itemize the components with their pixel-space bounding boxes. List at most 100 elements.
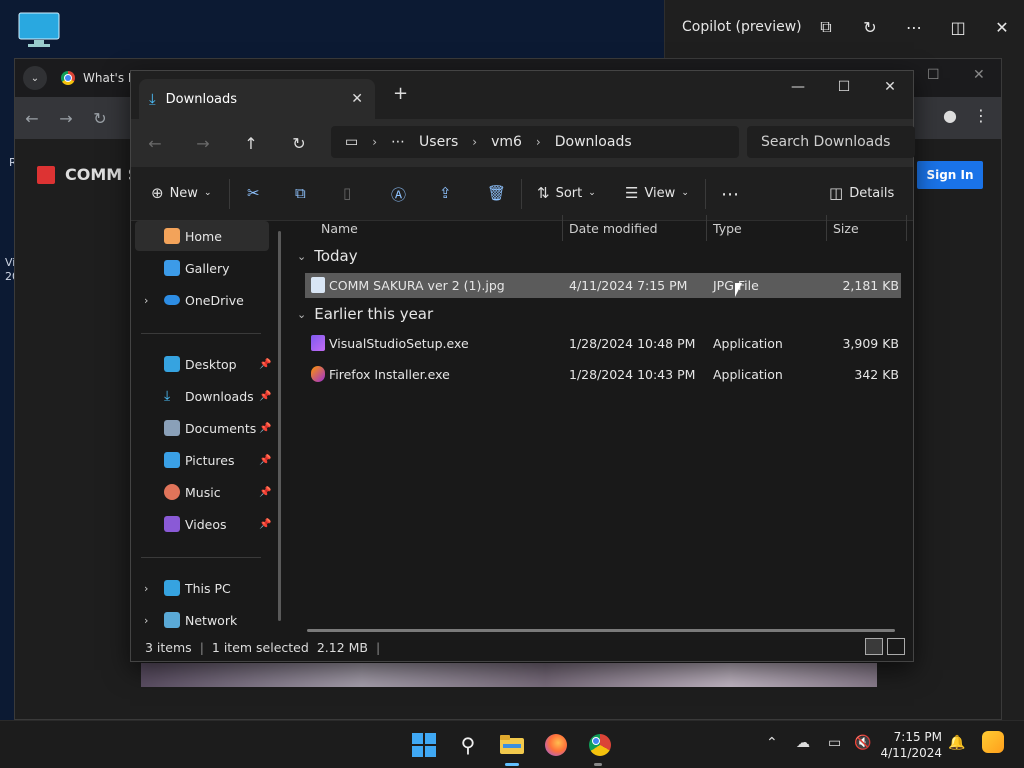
group-header-earlier[interactable]: ⌄ Earlier this year [297,305,433,323]
column-divider[interactable] [562,215,563,241]
address-bar[interactable]: ▭ › ⋯ Users › vm6 › Downloads [331,126,739,158]
breadcrumb-vm6[interactable]: vm6 [491,134,522,150]
copilot-taskbar-icon[interactable] [982,731,1004,753]
chevron-up-icon[interactable]: ⌃ [766,735,778,751]
file-explorer-taskbar-icon[interactable] [500,733,524,757]
refresh-icon[interactable]: ↻ [848,5,892,49]
maximize-icon[interactable]: ☐ [927,67,940,83]
breadcrumb-downloads[interactable]: Downloads [555,134,632,150]
nav-item-documents[interactable]: Documents 📌 [135,413,271,443]
column-divider[interactable] [826,215,827,241]
notifications-icon[interactable]: 🔔 [948,735,965,751]
forward-icon[interactable]: → [179,134,227,153]
chevron-down-icon: ⌄ [681,188,689,198]
reload-icon[interactable]: ↻ [83,109,117,128]
table-row[interactable]: COMM SAKURA ver 2 (1).jpg 4/11/2024 7:15… [305,273,901,298]
close-tab-icon[interactable]: ✕ [351,91,363,107]
column-header-name[interactable]: Name [321,215,358,241]
details-button[interactable]: ◫ Details [829,184,894,202]
more-options-icon[interactable]: ⋯ [892,5,936,49]
sign-in-button[interactable]: Sign In [917,161,983,189]
column-header-size[interactable]: Size [833,215,859,241]
nav-item-downloads[interactable]: ⤓ Downloads 📌 [135,381,271,411]
cut-button[interactable]: ✂ [247,184,260,202]
delete-button[interactable]: 🗑 [487,184,506,202]
browser-tab-title: What's I [83,71,132,85]
running-indicator [594,763,602,766]
paste-button[interactable]: ▯ [343,184,351,202]
table-row[interactable]: Firefox Installer.exe 1/28/2024 10:43 PM… [305,362,901,387]
nav-scrollbar[interactable] [278,231,281,621]
pictures-icon [164,452,180,468]
nav-item-pictures[interactable]: Pictures 📌 [135,445,271,475]
up-icon[interactable]: ↑ [227,134,275,153]
close-icon[interactable]: ✕ [980,5,1024,49]
details-view-icon[interactable] [865,638,883,655]
new-button[interactable]: ⊕ New ⌄ [151,184,211,202]
search-input[interactable]: Search Downloads [747,126,915,158]
site-brand[interactable]: COMM S [37,165,139,184]
back-icon[interactable]: ← [131,134,179,153]
browser-tab[interactable]: What's I [61,71,131,85]
new-tab-icon[interactable]: + [393,83,408,104]
table-row[interactable]: VisualStudioSetup.exe 1/28/2024 10:48 PM… [305,331,901,356]
chevron-right-icon[interactable]: › [144,294,148,307]
file-explorer-window: ⤓ Downloads ✕ + — ☐ ✕ ← → ↑ ↻ ▭ › ⋯ User… [130,70,915,662]
minimize-icon[interactable]: — [775,71,821,103]
menu-icon[interactable]: ⋮ [973,106,989,125]
cloud-offline-icon[interactable]: ☁ [796,735,810,751]
nav-item-this-pc[interactable]: › This PC [135,573,269,603]
nav-item-desktop[interactable]: Desktop 📌 [135,349,271,379]
this-pc-desktop-icon[interactable] [18,12,60,48]
system-clock[interactable]: 7:15 PM 4/11/2024 [880,729,942,761]
horizontal-scrollbar[interactable] [307,629,895,632]
chevron-right-icon[interactable]: › [144,582,148,595]
explorer-tab[interactable]: ⤓ Downloads ✕ [139,79,375,119]
large-icons-view-icon[interactable] [887,638,905,655]
maximize-icon[interactable]: ☐ [821,71,867,103]
close-icon[interactable]: ✕ [867,71,913,103]
share-button[interactable]: ⇪ [439,184,452,202]
forward-icon[interactable]: → [49,109,83,128]
nav-item-gallery[interactable]: Gallery [135,253,269,283]
nav-item-videos[interactable]: Videos 📌 [135,509,271,539]
nav-divider [141,333,261,334]
view-button[interactable]: ☰ View ⌄ [625,184,689,202]
refresh-icon[interactable]: ↻ [275,134,323,153]
group-header-today[interactable]: ⌄ Today [297,247,358,265]
firefox-taskbar-icon[interactable] [544,733,568,757]
close-icon[interactable]: ✕ [973,67,985,83]
column-divider[interactable] [906,215,907,241]
column-divider[interactable] [706,215,707,241]
dock-icon[interactable]: ◫ [936,5,980,49]
tab-search-icon[interactable]: ⌄ [23,66,47,90]
copy-button[interactable]: ⧉ [295,184,306,202]
search-icon[interactable]: ⚲ [456,733,480,757]
profile-icon[interactable]: ● [943,106,957,125]
column-header-type[interactable]: Type [713,215,742,241]
explorer-body: Home Gallery › OneDrive Desktop 📌 ⤓ Down… [131,215,913,633]
nav-item-onedrive[interactable]: › OneDrive [135,285,269,315]
column-header-date[interactable]: Date modified [569,215,658,241]
chevron-right-icon: › [535,135,541,149]
more-path-icon[interactable]: ⋯ [391,134,405,150]
chrome-taskbar-icon[interactable] [588,733,612,757]
rename-button[interactable]: Ⓐ [391,184,406,205]
open-external-icon[interactable]: ⧉ [804,5,848,49]
plus-circle-icon: ⊕ [151,184,164,202]
computer-icon [164,580,180,596]
more-options-button[interactable]: ⋯ [721,184,739,205]
nav-item-home[interactable]: Home [135,221,269,251]
back-icon[interactable]: ← [15,109,49,128]
network-icon [164,612,180,628]
network-icon[interactable]: ▭ [828,735,841,751]
sort-button[interactable]: ⇅ Sort ⌄ [537,184,596,202]
nav-label: Network [185,612,238,628]
pin-icon: 📌 [259,486,272,498]
volume-icon[interactable]: 🔇 [854,735,871,751]
start-button[interactable] [412,733,436,757]
nav-item-network[interactable]: › Network [135,605,269,635]
nav-item-music[interactable]: Music 📌 [135,477,272,507]
chevron-right-icon[interactable]: › [144,614,148,627]
breadcrumb-users[interactable]: Users [419,134,458,150]
